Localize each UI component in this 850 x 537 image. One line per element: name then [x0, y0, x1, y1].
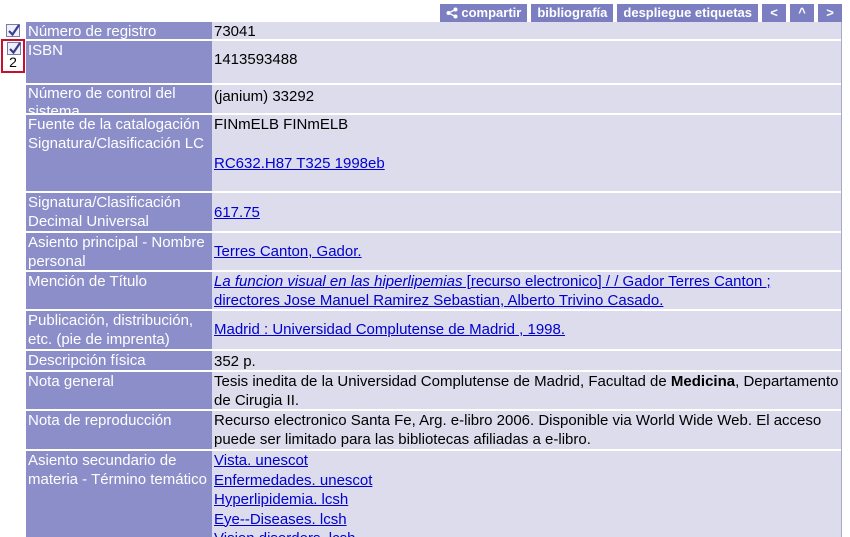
- lc-classification-link[interactable]: RC632.H87 T325 1998eb: [214, 155, 385, 172]
- field-row-registro: Número de registro 73041: [26, 22, 841, 41]
- field-label: Publicación, distribución, etc. (pie de …: [26, 311, 212, 351]
- field-label: Asiento principal - Nombre personal: [26, 233, 212, 272]
- previous-label: <: [770, 5, 778, 20]
- previous-record-button[interactable]: <: [762, 4, 786, 22]
- show-labels-button[interactable]: despliegue etiquetas: [617, 4, 758, 22]
- subject-link[interactable]: Vista. unescot: [214, 451, 839, 471]
- checkmark-icon: [8, 24, 20, 37]
- share-button[interactable]: compartir: [440, 4, 528, 22]
- control-value: (janium) 33292: [214, 88, 315, 105]
- title-italic: La funcion visual en las hiperlipemias: [214, 273, 463, 290]
- field-value: 352 p.: [212, 351, 841, 372]
- field-row-nota-general: Nota general Tesis inedita de la Univers…: [26, 372, 841, 411]
- note-text-before: Tesis inedita de la Universidad Complute…: [214, 373, 671, 390]
- note-text-bold: Medicina: [670, 373, 736, 390]
- title-link[interactable]: La funcion visual en las hiperlipemias […: [214, 273, 771, 309]
- field-value-group: FINmELB FINmELB RC632.H87 T325 1998eb: [212, 115, 841, 193]
- record-number-box: 2: [1, 39, 25, 73]
- back-to-list-button[interactable]: ^: [790, 4, 814, 22]
- field-row-descripcion: Descripción física 352 p.: [26, 351, 841, 372]
- select-record-checkbox[interactable]: [6, 24, 20, 37]
- field-value: Tesis inedita de la Universidad Complute…: [212, 372, 841, 411]
- field-value: Madrid : Universidad Complutense de Madr…: [212, 311, 841, 351]
- field-value: La funcion visual en las hiperlipemias […: [212, 272, 841, 311]
- bibliography-button[interactable]: bibliografía: [531, 4, 614, 22]
- up-label: ^: [798, 5, 806, 20]
- field-row-isbn: ISBN 1413593488: [26, 41, 841, 85]
- author-link[interactable]: Terres Canton, Gador.: [214, 243, 362, 260]
- record-detail-table: Número de registro 73041 ISBN 1413593488…: [26, 22, 842, 537]
- field-label: Fuente de la catalogación: [28, 116, 200, 133]
- field-value: 1413593488: [212, 41, 841, 85]
- next-record-button[interactable]: >: [818, 4, 842, 22]
- field-value: 617.75: [212, 193, 841, 233]
- field-row-control: Número de control del sistema (janium) 3…: [26, 85, 841, 120]
- field-row-materia: Asiento secundario de materia - Término …: [26, 451, 841, 537]
- field-value: (janium) 33292: [212, 85, 841, 115]
- subject-link[interactable]: Enfermedades. unescot: [214, 471, 839, 491]
- selection-column: 2: [0, 0, 26, 537]
- subject-list: Vista. unescot Enfermedades. unescot Hyp…: [212, 451, 841, 537]
- field-value: Recurso electronico Santa Fe, Arg. e-lib…: [212, 411, 841, 451]
- subject-link[interactable]: Vision disorders. lcsh: [214, 529, 839, 537]
- field-row-fuente-lc: Fuente de la catalogación Signatura/Clas…: [26, 115, 841, 193]
- field-label-group: Fuente de la catalogación Signatura/Clas…: [26, 115, 212, 193]
- field-row-publicacion: Publicación, distribución, etc. (pie de …: [26, 311, 841, 351]
- subject-link[interactable]: Eye--Diseases. lcsh: [214, 510, 839, 530]
- field-label: Asiento secundario de materia - Término …: [26, 451, 212, 537]
- share-label: compartir: [461, 5, 522, 20]
- field-row-nota-reproduccion: Nota de reproducción Recurso electronico…: [26, 411, 841, 451]
- cdu-classification-link[interactable]: 617.75: [214, 204, 260, 221]
- isbn-value: 1413593488: [214, 51, 298, 68]
- field-label: Mención de Título: [26, 272, 212, 311]
- field-label: Nota de reproducción: [26, 411, 212, 451]
- bibliography-label: bibliografía: [537, 5, 608, 20]
- field-label: Nota general: [26, 372, 212, 411]
- next-label: >: [826, 5, 834, 20]
- field-label: Descripción física: [26, 351, 212, 372]
- show-labels-label: despliegue etiquetas: [623, 5, 752, 20]
- field-label: Signatura/Clasificación Decimal Universa…: [26, 193, 212, 233]
- subject-link[interactable]: Hyperlipidemia. lcsh: [214, 490, 839, 510]
- field-value: Terres Canton, Gador.: [212, 233, 841, 272]
- field-label: Signatura/Clasificación LC: [28, 135, 204, 152]
- fuente-value: FINmELB FINmELB: [214, 116, 349, 133]
- record-toolbar: compartir bibliografía despliegue etique…: [440, 4, 842, 22]
- publication-link[interactable]: Madrid : Universidad Complutense de Madr…: [214, 321, 565, 338]
- field-row-autor: Asiento principal - Nombre personal Terr…: [26, 233, 841, 272]
- field-label: Número de control del sistema: [26, 85, 212, 120]
- field-label: ISBN: [26, 41, 212, 85]
- field-row-cdu: Signatura/Clasificación Decimal Universa…: [26, 193, 841, 233]
- share-icon: [446, 7, 458, 19]
- field-row-titulo: Mención de Título La funcion visual en l…: [26, 272, 841, 311]
- record-number: 2: [9, 54, 17, 70]
